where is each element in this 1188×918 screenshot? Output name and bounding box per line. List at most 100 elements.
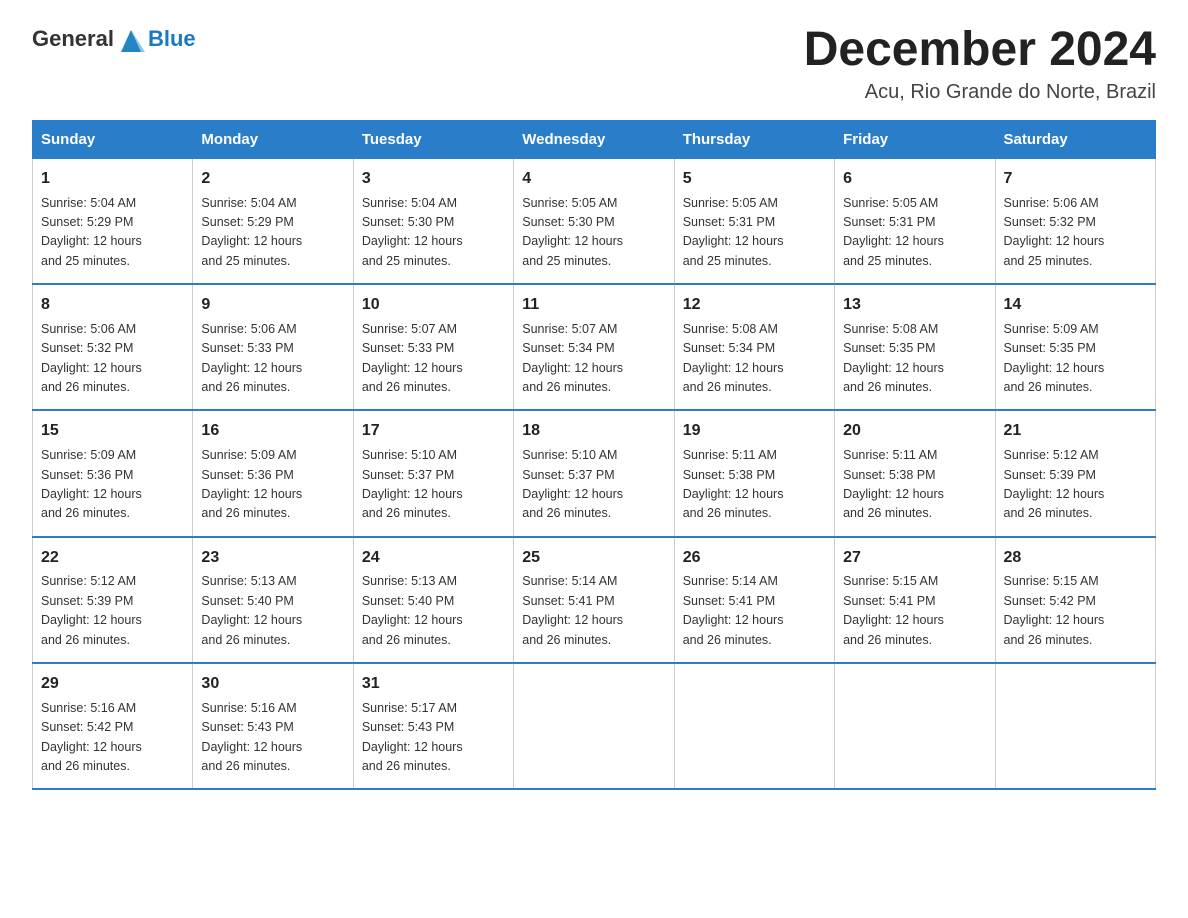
- calendar-day-cell: 29 Sunrise: 5:16 AMSunset: 5:42 PMDaylig…: [33, 663, 193, 789]
- day-info: Sunrise: 5:05 AMSunset: 5:31 PMDaylight:…: [683, 196, 784, 268]
- calendar-day-cell: 9 Sunrise: 5:06 AMSunset: 5:33 PMDayligh…: [193, 284, 353, 410]
- day-info: Sunrise: 5:15 AMSunset: 5:42 PMDaylight:…: [1004, 574, 1105, 646]
- calendar-week-row: 8 Sunrise: 5:06 AMSunset: 5:32 PMDayligh…: [33, 284, 1156, 410]
- day-info: Sunrise: 5:11 AMSunset: 5:38 PMDaylight:…: [683, 448, 784, 520]
- day-number: 13: [843, 293, 986, 318]
- calendar-day-cell: 6 Sunrise: 5:05 AMSunset: 5:31 PMDayligh…: [835, 158, 995, 284]
- calendar-day-cell: 2 Sunrise: 5:04 AMSunset: 5:29 PMDayligh…: [193, 158, 353, 284]
- calendar-week-row: 29 Sunrise: 5:16 AMSunset: 5:42 PMDaylig…: [33, 663, 1156, 789]
- day-number: 30: [201, 672, 344, 697]
- calendar-day-cell: 26 Sunrise: 5:14 AMSunset: 5:41 PMDaylig…: [674, 537, 834, 663]
- day-info: Sunrise: 5:16 AMSunset: 5:42 PMDaylight:…: [41, 701, 142, 773]
- day-number: 28: [1004, 546, 1147, 571]
- calendar-day-cell: 10 Sunrise: 5:07 AMSunset: 5:33 PMDaylig…: [353, 284, 513, 410]
- calendar-day-cell: 31 Sunrise: 5:17 AMSunset: 5:43 PMDaylig…: [353, 663, 513, 789]
- calendar-day-cell: 8 Sunrise: 5:06 AMSunset: 5:32 PMDayligh…: [33, 284, 193, 410]
- calendar-day-cell: 21 Sunrise: 5:12 AMSunset: 5:39 PMDaylig…: [995, 410, 1155, 536]
- weekday-header-tuesday: Tuesday: [353, 120, 513, 158]
- weekday-header-monday: Monday: [193, 120, 353, 158]
- calendar-day-cell: 18 Sunrise: 5:10 AMSunset: 5:37 PMDaylig…: [514, 410, 674, 536]
- day-number: 27: [843, 546, 986, 571]
- calendar-week-row: 1 Sunrise: 5:04 AMSunset: 5:29 PMDayligh…: [33, 158, 1156, 284]
- calendar-day-cell: 23 Sunrise: 5:13 AMSunset: 5:40 PMDaylig…: [193, 537, 353, 663]
- calendar-day-cell: 24 Sunrise: 5:13 AMSunset: 5:40 PMDaylig…: [353, 537, 513, 663]
- day-number: 23: [201, 546, 344, 571]
- day-info: Sunrise: 5:10 AMSunset: 5:37 PMDaylight:…: [362, 448, 463, 520]
- calendar-day-cell: 1 Sunrise: 5:04 AMSunset: 5:29 PMDayligh…: [33, 158, 193, 284]
- weekday-header-thursday: Thursday: [674, 120, 834, 158]
- calendar-day-cell: 30 Sunrise: 5:16 AMSunset: 5:43 PMDaylig…: [193, 663, 353, 789]
- weekday-header-friday: Friday: [835, 120, 995, 158]
- logo-text-blue: Blue: [148, 26, 196, 52]
- day-info: Sunrise: 5:06 AMSunset: 5:33 PMDaylight:…: [201, 322, 302, 394]
- day-info: Sunrise: 5:07 AMSunset: 5:33 PMDaylight:…: [362, 322, 463, 394]
- day-info: Sunrise: 5:05 AMSunset: 5:31 PMDaylight:…: [843, 196, 944, 268]
- calendar-day-cell: 22 Sunrise: 5:12 AMSunset: 5:39 PMDaylig…: [33, 537, 193, 663]
- calendar-subtitle: Acu, Rio Grande do Norte, Brazil: [804, 81, 1156, 104]
- calendar-day-cell: 15 Sunrise: 5:09 AMSunset: 5:36 PMDaylig…: [33, 410, 193, 536]
- calendar-day-cell: 4 Sunrise: 5:05 AMSunset: 5:30 PMDayligh…: [514, 158, 674, 284]
- calendar-day-cell: [995, 663, 1155, 789]
- day-number: 22: [41, 546, 184, 571]
- day-info: Sunrise: 5:09 AMSunset: 5:36 PMDaylight:…: [41, 448, 142, 520]
- day-info: Sunrise: 5:04 AMSunset: 5:30 PMDaylight:…: [362, 196, 463, 268]
- calendar-week-row: 22 Sunrise: 5:12 AMSunset: 5:39 PMDaylig…: [33, 537, 1156, 663]
- day-info: Sunrise: 5:08 AMSunset: 5:35 PMDaylight:…: [843, 322, 944, 394]
- day-number: 18: [522, 419, 665, 444]
- day-number: 3: [362, 167, 505, 192]
- logo-triangle-icon: [115, 24, 147, 54]
- day-info: Sunrise: 5:13 AMSunset: 5:40 PMDaylight:…: [201, 574, 302, 646]
- calendar-table: SundayMondayTuesdayWednesdayThursdayFrid…: [32, 120, 1156, 790]
- title-area: December 2024 Acu, Rio Grande do Norte, …: [804, 24, 1156, 104]
- calendar-day-cell: 14 Sunrise: 5:09 AMSunset: 5:35 PMDaylig…: [995, 284, 1155, 410]
- day-info: Sunrise: 5:06 AMSunset: 5:32 PMDaylight:…: [1004, 196, 1105, 268]
- day-info: Sunrise: 5:10 AMSunset: 5:37 PMDaylight:…: [522, 448, 623, 520]
- day-number: 6: [843, 167, 986, 192]
- calendar-day-cell: 27 Sunrise: 5:15 AMSunset: 5:41 PMDaylig…: [835, 537, 995, 663]
- day-info: Sunrise: 5:17 AMSunset: 5:43 PMDaylight:…: [362, 701, 463, 773]
- logo: General Blue: [32, 24, 196, 54]
- day-number: 4: [522, 167, 665, 192]
- day-number: 5: [683, 167, 826, 192]
- day-info: Sunrise: 5:13 AMSunset: 5:40 PMDaylight:…: [362, 574, 463, 646]
- calendar-title: December 2024: [804, 24, 1156, 77]
- day-number: 7: [1004, 167, 1147, 192]
- day-number: 2: [201, 167, 344, 192]
- calendar-day-cell: [835, 663, 995, 789]
- day-info: Sunrise: 5:12 AMSunset: 5:39 PMDaylight:…: [41, 574, 142, 646]
- day-number: 10: [362, 293, 505, 318]
- day-number: 1: [41, 167, 184, 192]
- day-info: Sunrise: 5:14 AMSunset: 5:41 PMDaylight:…: [683, 574, 784, 646]
- day-info: Sunrise: 5:09 AMSunset: 5:35 PMDaylight:…: [1004, 322, 1105, 394]
- day-number: 17: [362, 419, 505, 444]
- day-number: 11: [522, 293, 665, 318]
- calendar-day-cell: 5 Sunrise: 5:05 AMSunset: 5:31 PMDayligh…: [674, 158, 834, 284]
- calendar-week-row: 15 Sunrise: 5:09 AMSunset: 5:36 PMDaylig…: [33, 410, 1156, 536]
- calendar-day-cell: 17 Sunrise: 5:10 AMSunset: 5:37 PMDaylig…: [353, 410, 513, 536]
- day-number: 20: [843, 419, 986, 444]
- calendar-day-cell: 19 Sunrise: 5:11 AMSunset: 5:38 PMDaylig…: [674, 410, 834, 536]
- day-number: 12: [683, 293, 826, 318]
- day-info: Sunrise: 5:04 AMSunset: 5:29 PMDaylight:…: [201, 196, 302, 268]
- day-number: 24: [362, 546, 505, 571]
- day-number: 31: [362, 672, 505, 697]
- weekday-header-saturday: Saturday: [995, 120, 1155, 158]
- day-info: Sunrise: 5:08 AMSunset: 5:34 PMDaylight:…: [683, 322, 784, 394]
- day-number: 15: [41, 419, 184, 444]
- calendar-day-cell: [674, 663, 834, 789]
- calendar-day-cell: [514, 663, 674, 789]
- day-number: 29: [41, 672, 184, 697]
- day-info: Sunrise: 5:05 AMSunset: 5:30 PMDaylight:…: [522, 196, 623, 268]
- day-info: Sunrise: 5:16 AMSunset: 5:43 PMDaylight:…: [201, 701, 302, 773]
- calendar-day-cell: 20 Sunrise: 5:11 AMSunset: 5:38 PMDaylig…: [835, 410, 995, 536]
- weekday-header-wednesday: Wednesday: [514, 120, 674, 158]
- day-number: 19: [683, 419, 826, 444]
- calendar-day-cell: 12 Sunrise: 5:08 AMSunset: 5:34 PMDaylig…: [674, 284, 834, 410]
- day-number: 25: [522, 546, 665, 571]
- day-info: Sunrise: 5:14 AMSunset: 5:41 PMDaylight:…: [522, 574, 623, 646]
- day-number: 21: [1004, 419, 1147, 444]
- day-number: 16: [201, 419, 344, 444]
- day-info: Sunrise: 5:06 AMSunset: 5:32 PMDaylight:…: [41, 322, 142, 394]
- calendar-day-cell: 11 Sunrise: 5:07 AMSunset: 5:34 PMDaylig…: [514, 284, 674, 410]
- day-number: 8: [41, 293, 184, 318]
